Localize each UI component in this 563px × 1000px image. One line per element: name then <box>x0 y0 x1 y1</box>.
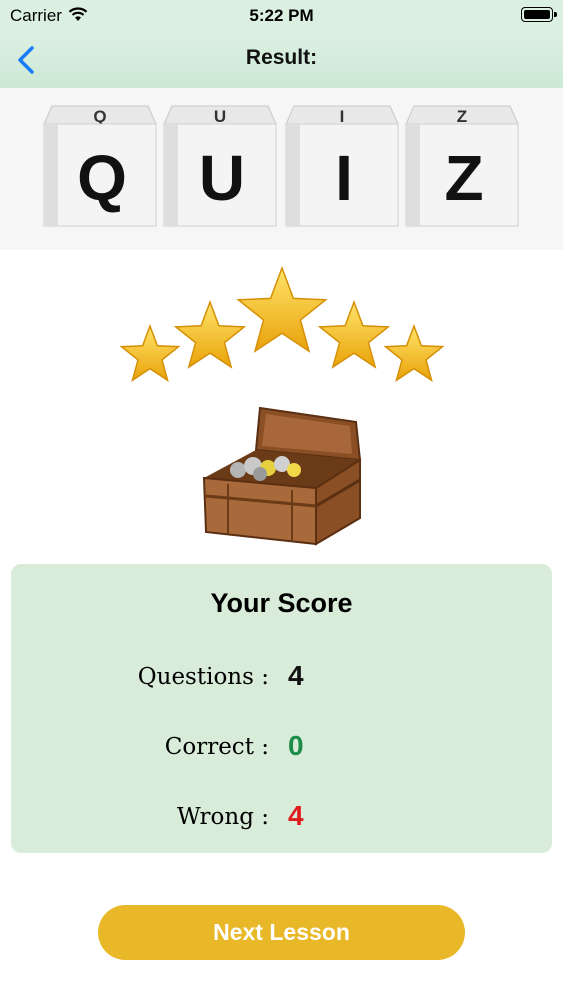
score-card: Your Score Questions : 4 Correct : 0 Wro… <box>11 564 552 853</box>
status-bar: Carrier 5:22 PM <box>0 0 563 32</box>
star-icon <box>317 299 391 369</box>
cube-top-letter: Q <box>93 107 106 126</box>
wrong-value: 4 <box>288 800 304 831</box>
questions-row: Questions : 4 <box>11 658 552 698</box>
star-icon <box>383 323 445 383</box>
cube-top-letter: U <box>214 107 226 126</box>
questions-label: Questions : <box>137 664 269 690</box>
cube-top-letter: I <box>340 107 345 126</box>
next-lesson-button[interactable]: Next Lesson <box>98 905 465 960</box>
correct-value: 0 <box>288 730 304 761</box>
status-time: 5:22 PM <box>249 6 314 25</box>
letter-cube-u1: U U <box>163 105 277 227</box>
battery-icon <box>521 7 557 22</box>
quiz-banner: Q Q U U I I Z Z <box>0 88 563 250</box>
star-icon <box>173 299 247 369</box>
star-icon <box>236 265 328 353</box>
correct-row: Correct : 0 <box>11 728 552 768</box>
cube-front-letter: Q <box>77 142 127 214</box>
cube-front-letter: U <box>199 142 245 214</box>
navigation-bar: Result: <box>0 32 563 88</box>
page-title: Result: <box>245 46 318 69</box>
star-rating <box>119 265 445 383</box>
cube-front-letter: Z <box>444 142 483 214</box>
score-title: Your Score <box>210 588 353 618</box>
questions-value: 4 <box>288 660 304 691</box>
cube-top-letter: Z <box>457 107 467 126</box>
correct-label: Correct : <box>164 734 269 760</box>
letter-cube-q: Q Q <box>43 105 157 227</box>
star-icon <box>119 323 181 383</box>
wrong-row: Wrong : 4 <box>11 798 552 838</box>
letter-cube-z: Z Z <box>405 105 519 227</box>
wrong-label: Wrong : <box>176 804 269 830</box>
letter-cube-i: I I <box>285 105 399 227</box>
treasure-chest-icon <box>202 406 362 546</box>
cube-front-letter: I <box>335 142 353 214</box>
